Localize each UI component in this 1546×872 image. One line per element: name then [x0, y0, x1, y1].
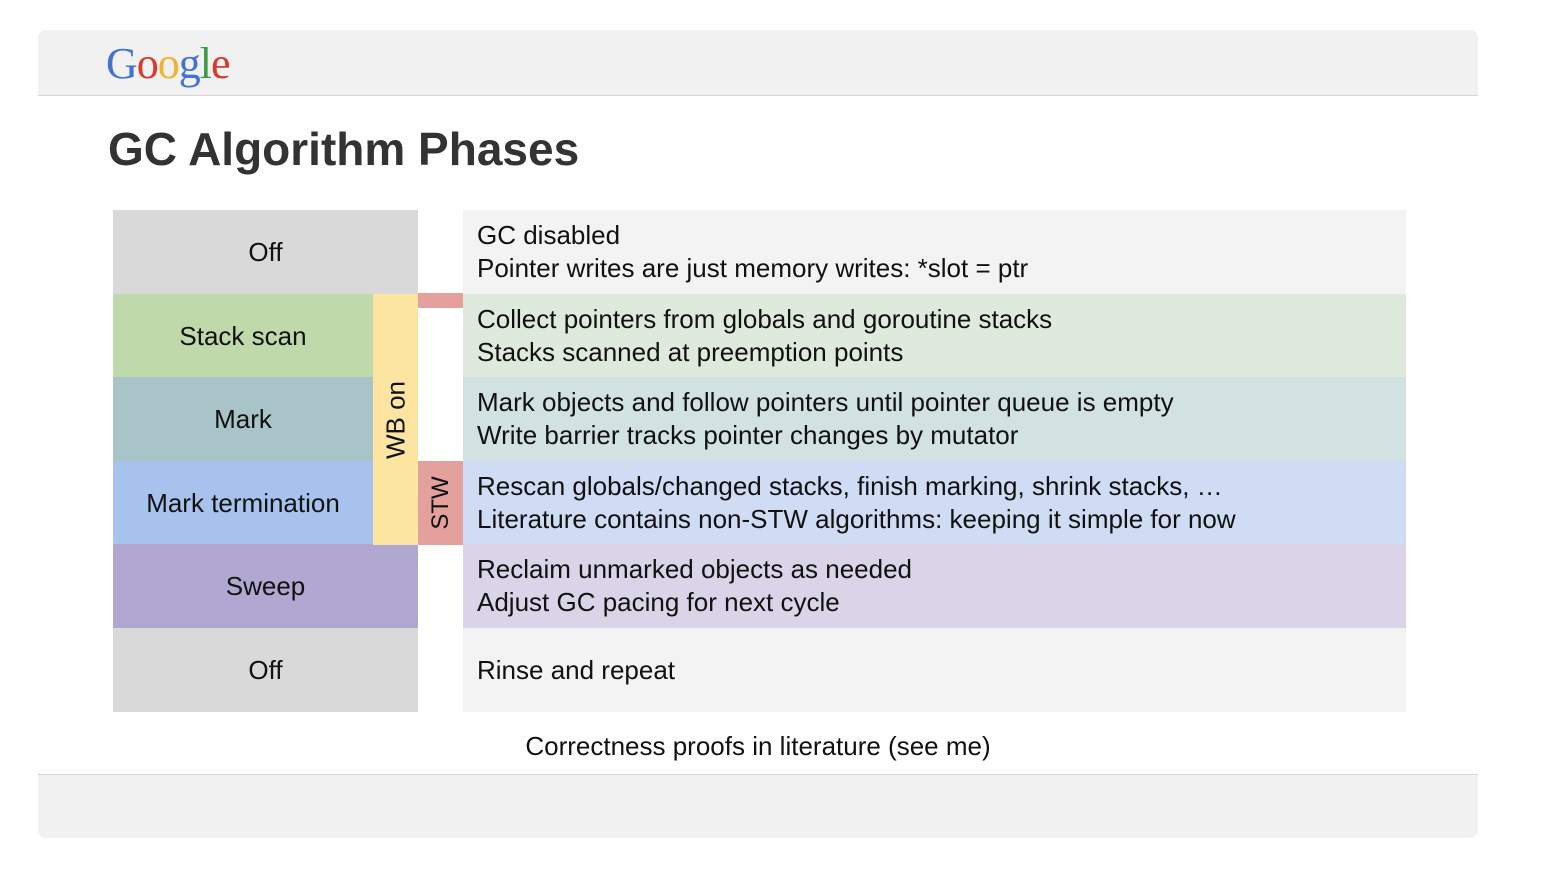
description-line: Collect pointers from globals and gorout… — [477, 304, 1053, 334]
phase-box: Stack scan — [113, 294, 373, 378]
write-barrier-label: WB on — [380, 380, 410, 459]
phase-label: Off — [248, 654, 283, 685]
phase-description: Rinse and repeat — [463, 628, 1406, 712]
phase-description: Reclaim unmarked objects as needed Adjust… — [463, 544, 1406, 628]
logo-letter: l — [199, 39, 212, 88]
phase-description: Mark objects and follow pointers until p… — [463, 377, 1406, 461]
phase-box: Sweep — [113, 544, 418, 628]
phase-box: Off — [113, 210, 418, 294]
description-line: Literature contains non-STW algorithms: … — [477, 504, 1236, 534]
description-line: Rescan globals/changed stacks, finish ma… — [477, 471, 1223, 501]
phase-description: Rescan globals/changed stacks, finish ma… — [463, 461, 1406, 545]
phase-label: Sweep — [225, 570, 306, 601]
header-bar: Google — [38, 30, 1478, 96]
description-line: GC disabled — [477, 220, 621, 250]
description-line: Mark objects and follow pointers until p… — [477, 387, 1174, 417]
description-line: Write barrier tracks pointer changes by … — [477, 420, 1019, 450]
stw-strip — [418, 293, 463, 308]
logo-letter: e — [211, 39, 231, 88]
phase-label: Off — [248, 236, 283, 267]
logo-letter: o — [157, 39, 180, 88]
google-logo: Google — [106, 38, 231, 89]
slide-title: GC Algorithm Phases — [108, 123, 580, 175]
phase-label: Stack scan — [179, 320, 307, 351]
description-line: Rinse and repeat — [477, 654, 676, 685]
phase-box: Off — [113, 628, 418, 712]
footnote: Correctness proofs in literature (see me… — [525, 731, 991, 761]
phase-box: Mark — [113, 377, 373, 461]
write-barrier-bar: WB on — [373, 294, 418, 545]
description-line: Adjust GC pacing for next cycle — [477, 587, 840, 617]
phase-label: Mark — [214, 403, 272, 434]
description-line: Pointer writes are just memory writes: *… — [477, 253, 1029, 283]
phase-box: Mark termination — [113, 461, 373, 545]
logo-letter: o — [136, 39, 159, 88]
slide: Google GC Algorithm Phases Off GC disable… — [38, 30, 1478, 838]
stw-label: STW — [426, 476, 454, 530]
description-line: Reclaim unmarked objects as needed — [477, 554, 913, 584]
description-line: Stacks scanned at preemption points — [477, 337, 904, 367]
footer-bar — [38, 774, 1478, 838]
logo-letter: g — [178, 39, 201, 88]
stw-bar: STW — [418, 461, 463, 545]
phase-description: Collect pointers from globals and gorout… — [463, 294, 1406, 378]
logo-letter: G — [106, 39, 138, 88]
phase-description: GC disabled Pointer writes are just memor… — [463, 210, 1406, 294]
phase-label: Mark termination — [146, 487, 340, 518]
